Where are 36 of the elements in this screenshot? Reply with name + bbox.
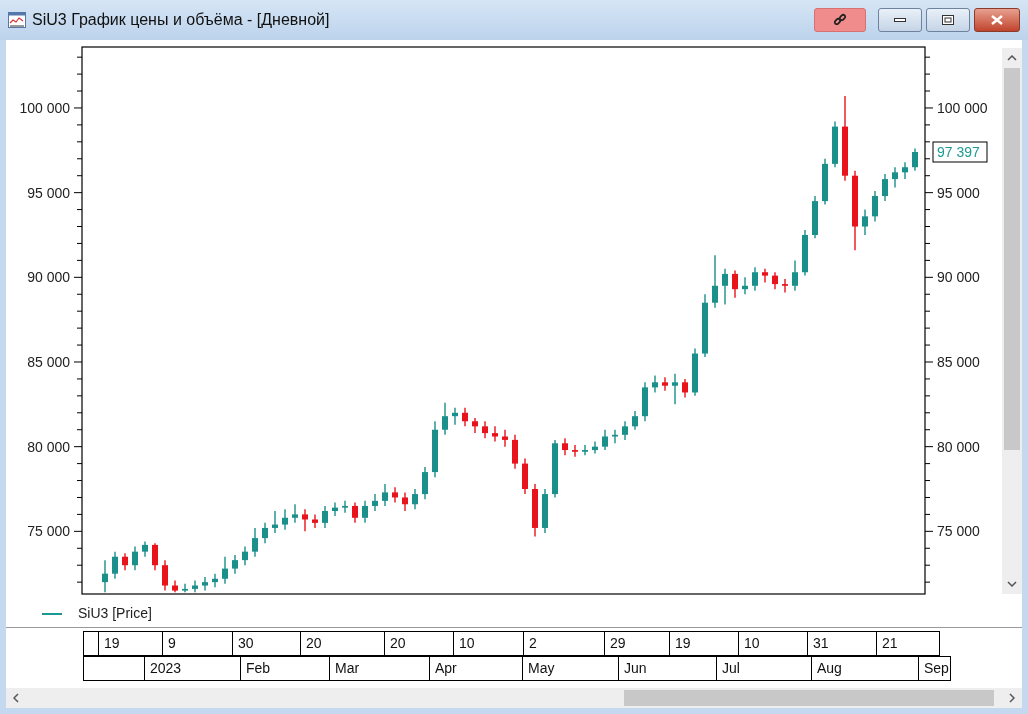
y-axis-label: 100 000 (937, 99, 988, 116)
day-label: 20 (385, 631, 454, 656)
month-label: Mar (330, 656, 430, 681)
day-label: 2 (524, 631, 605, 656)
day-label: 10 (739, 631, 808, 656)
month-label: Apr (430, 656, 523, 681)
day-label: 29 (605, 631, 670, 656)
day-label: 30 (233, 631, 301, 656)
legend-label: SiU3 [Price] (78, 604, 152, 623)
y-axis-label: 80 000 (27, 438, 70, 455)
day-label: 31 (808, 631, 877, 656)
y-axis-label: 80 000 (937, 438, 980, 455)
month-label: Jul (717, 656, 812, 681)
y-axis-label: 90 000 (937, 269, 980, 286)
day-label: 19 (99, 631, 163, 656)
y-axis-label: 90 000 (27, 269, 70, 286)
month-label: 2023 (145, 656, 241, 681)
y-axis-label: 85 000 (27, 354, 70, 370)
day-label: 21 (877, 631, 940, 656)
y-axis-label: 85 000 (937, 354, 980, 370)
day-label: 19 (670, 631, 739, 656)
y-axis-label: 75 000 (27, 523, 70, 540)
month-label: Feb (241, 656, 330, 681)
y-axis-label: 95 000 (27, 184, 70, 201)
y-axis-label: 75 000 (937, 523, 980, 540)
day-label: 20 (301, 631, 385, 656)
month-label: Jun (619, 656, 717, 681)
day-label: 10 (454, 631, 524, 656)
y-axis-label: 100 000 (19, 99, 70, 116)
month-label: May (523, 656, 619, 681)
month-label: Sep (919, 656, 951, 681)
month-label: Aug (812, 656, 919, 681)
window-title: SiU3 График цены и объёма - [Дневной] (32, 10, 331, 30)
day-label: 9 (163, 631, 233, 656)
y-axis-label: 95 000 (937, 184, 980, 201)
last-price-label: 97 397 (932, 141, 988, 163)
